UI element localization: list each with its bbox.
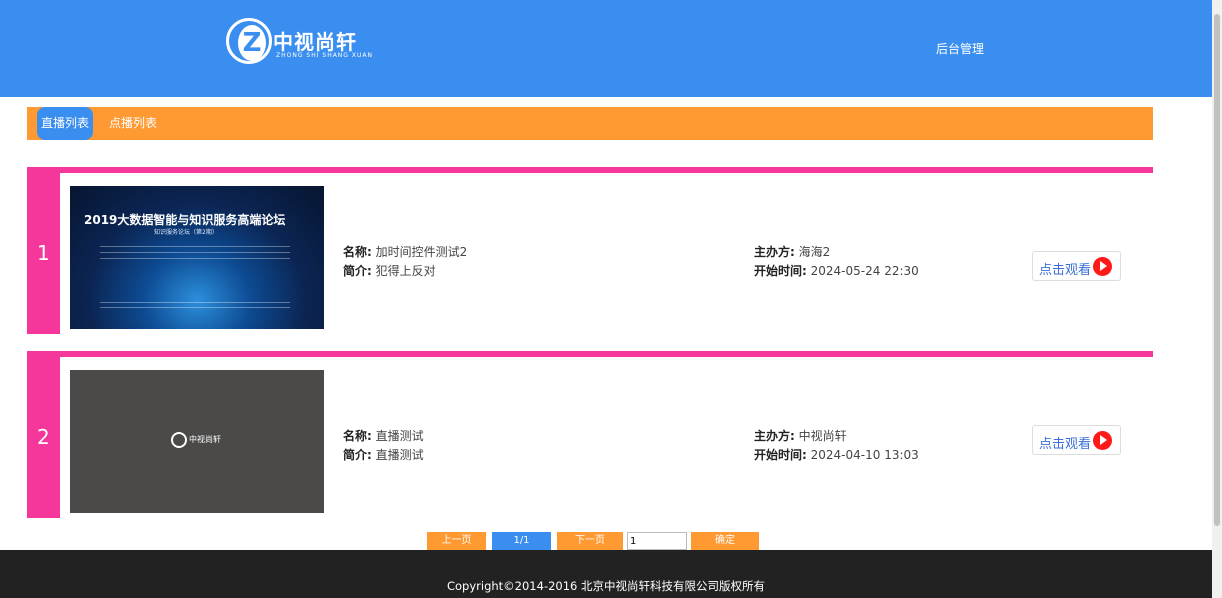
- play-icon: [1093, 257, 1112, 276]
- copyright-text: Copyright©2014-2016 北京中视尚轩科技有限公司版权所有: [446, 579, 766, 593]
- watch-button[interactable]: 点击观看: [1032, 251, 1121, 281]
- item-name: 名称: 直播测试: [343, 427, 424, 444]
- page-jump-input[interactable]: [627, 532, 687, 550]
- item-start-time: 开始时间: 2024-04-10 13:03: [754, 446, 919, 463]
- organizer-label: 主办方:: [754, 245, 795, 259]
- confirm-button[interactable]: 确定: [691, 532, 759, 550]
- intro-label: 简介:: [343, 264, 372, 278]
- item-thumbnail[interactable]: 2019大数据智能与知识服务高端论坛 知识服务论坛（第2期）: [70, 186, 324, 329]
- list-item: 2 中视尚轩 名称: 直播测试 简介: 直播测试 主办方: 中视尚轩 开始时间:…: [27, 351, 1153, 518]
- item-thumbnail[interactable]: 中视尚轩: [70, 370, 324, 513]
- start-time-label: 开始时间:: [754, 448, 807, 462]
- site-logo[interactable]: Z 中视尚轩 ZHONG SHI SHANG XUAN: [226, 18, 386, 74]
- name-label: 名称:: [343, 245, 372, 259]
- admin-link[interactable]: 后台管理: [936, 40, 984, 57]
- start-time-label: 开始时间:: [754, 264, 807, 278]
- list-item: 1 2019大数据智能与知识服务高端论坛 知识服务论坛（第2期） 名称: 加时间…: [27, 167, 1153, 334]
- item-organizer: 主办方: 海海2: [754, 243, 830, 260]
- logo-circle-icon: Z: [226, 18, 272, 64]
- logo-title: 中视尚轩: [273, 30, 357, 54]
- site-header: Z 中视尚轩 ZHONG SHI SHANG XUAN 后台管理: [0, 0, 1212, 97]
- prev-page-button[interactable]: 上一页: [427, 532, 486, 550]
- thumbnail-title: 2019大数据智能与知识服务高端论坛: [84, 213, 286, 227]
- name-value: 直播测试: [375, 429, 424, 443]
- thumbnail-logo-text: 中视尚轩: [189, 435, 221, 444]
- tab-vod-list[interactable]: 点播列表: [105, 107, 161, 140]
- item-top-bar: [60, 167, 1153, 173]
- watch-label: 点击观看: [1039, 437, 1092, 452]
- start-time-value: 2024-04-10 13:03: [810, 448, 919, 462]
- item-number: 1: [37, 241, 50, 265]
- item-top-bar: [60, 351, 1153, 357]
- item-name: 名称: 加时间控件测试2: [343, 243, 467, 260]
- item-start-time: 开始时间: 2024-05-24 22:30: [754, 262, 919, 279]
- tab-live-list[interactable]: 直播列表: [37, 107, 94, 140]
- organizer-value: 中视尚轩: [798, 429, 847, 443]
- logo-subtitle: ZHONG SHI SHANG XUAN: [276, 52, 373, 59]
- organizer-label: 主办方:: [754, 429, 795, 443]
- intro-value: 犯得上反对: [375, 264, 436, 278]
- page-indicator: 1/1: [492, 532, 551, 550]
- name-value: 加时间控件测试2: [375, 245, 468, 259]
- intro-label: 简介:: [343, 448, 372, 462]
- play-icon: [1093, 431, 1112, 450]
- item-intro: 简介: 犯得上反对: [343, 262, 436, 279]
- watch-label: 点击观看: [1039, 263, 1092, 278]
- start-time-value: 2024-05-24 22:30: [810, 264, 919, 278]
- name-label: 名称:: [343, 429, 372, 443]
- item-intro: 简介: 直播测试: [343, 446, 424, 463]
- next-page-button[interactable]: 下一页: [557, 532, 623, 550]
- thumbnail-logo-icon: [171, 432, 187, 448]
- tab-bar: 直播列表 点播列表: [27, 107, 1153, 140]
- intro-value: 直播测试: [375, 448, 424, 462]
- scrollbar-thumb[interactable]: [1214, 14, 1220, 526]
- item-number: 2: [37, 425, 50, 449]
- watch-button[interactable]: 点击观看: [1032, 425, 1121, 455]
- thumbnail-subtitle: 知识服务论坛（第2期）: [154, 229, 218, 236]
- organizer-value: 海海2: [798, 245, 831, 259]
- site-footer: Copyright©2014-2016 北京中视尚轩科技有限公司版权所有: [0, 550, 1212, 598]
- thumbnail-logo: 中视尚轩: [171, 432, 227, 450]
- item-organizer: 主办方: 中视尚轩: [754, 427, 847, 444]
- page-scrollbar[interactable]: [1212, 0, 1222, 598]
